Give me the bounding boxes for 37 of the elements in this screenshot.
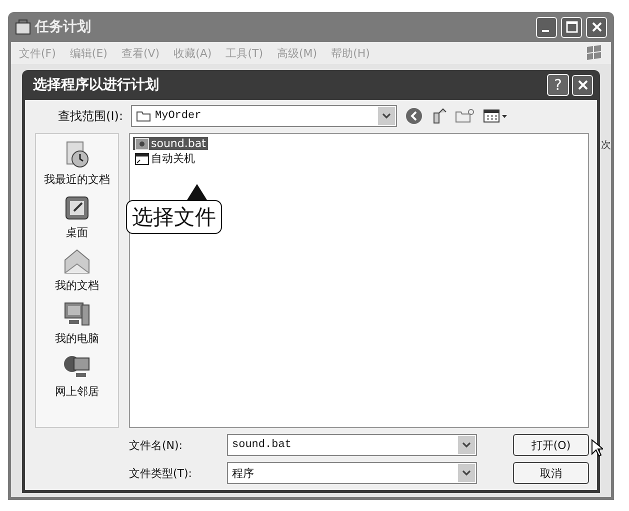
windows-flag-icon (585, 44, 603, 62)
shortcut-window-icon (135, 152, 149, 164)
place-item[interactable]: 我的文档 (55, 278, 99, 293)
file-type-dropdown[interactable]: 程序 (227, 462, 477, 484)
look-in-dropdown[interactable]: MyOrder (131, 105, 397, 127)
view-menu-icon[interactable] (483, 108, 509, 124)
place-item[interactable]: 我的电脑 (55, 331, 99, 346)
background-text: 次 (601, 138, 611, 152)
minimize-icon (542, 30, 548, 32)
window-title: 任务计划 (35, 18, 92, 36)
mouse-cursor-icon (591, 439, 603, 457)
folder-icon (136, 110, 151, 122)
file-name-field[interactable]: sound.bat (227, 434, 477, 456)
file-item[interactable]: sound.bat (133, 137, 208, 150)
back-icon[interactable] (405, 107, 423, 125)
close-button[interactable] (572, 74, 593, 96)
close-icon (576, 79, 588, 91)
close-button[interactable] (586, 16, 607, 38)
look-in-label: 查找范围(I): (57, 108, 123, 124)
maximize-button[interactable] (561, 16, 582, 38)
file-name-label: 文件名(N): (129, 438, 184, 452)
close-icon (590, 21, 602, 33)
place-item[interactable]: 桌面 (66, 225, 88, 240)
pointer-arrow-icon (187, 184, 207, 200)
place-item[interactable]: 我最近的文档 (44, 172, 110, 187)
window-app-icon (15, 19, 31, 35)
help-button[interactable]: ? (547, 74, 569, 96)
callout-label: 选择文件 (126, 200, 222, 234)
dialog-title: 选择程序以进行计划 (33, 76, 160, 94)
place-item[interactable]: 网上邻居 (55, 384, 99, 399)
open-button[interactable]: 打开(O) (513, 434, 589, 456)
cancel-button[interactable]: 取消 (513, 462, 589, 484)
new-folder-icon[interactable] (455, 108, 475, 124)
minimize-button[interactable] (536, 16, 557, 38)
file-item[interactable]: 自动关机 (133, 151, 197, 166)
file-type-label: 文件类型(T): (129, 466, 194, 480)
maximize-icon (566, 21, 578, 33)
